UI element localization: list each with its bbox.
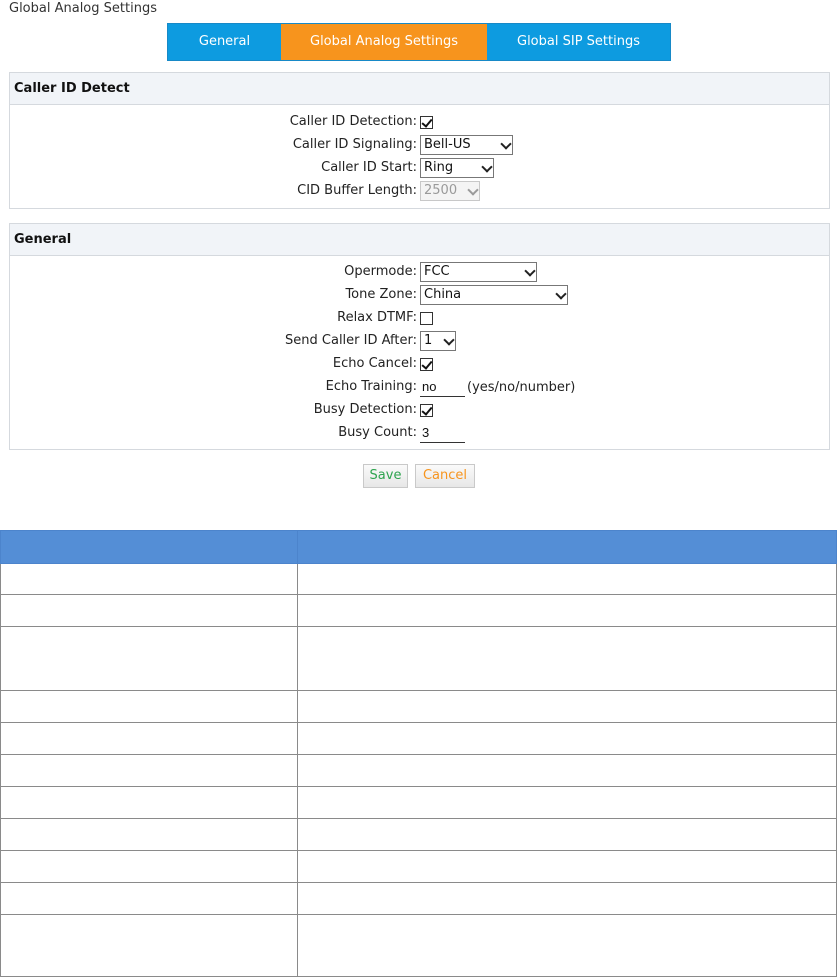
echo-training-label: Echo Training:: [325, 379, 417, 394]
table-cell: [0, 850, 298, 883]
caller-id-detect-section: Caller ID Detect Caller ID Detection: Ca…: [9, 72, 830, 209]
table-row: [0, 850, 837, 883]
chevron-down-icon: [444, 336, 452, 344]
cid-buffer-length-select: 2500: [420, 181, 480, 201]
echo-cancel-checkbox[interactable]: [420, 357, 433, 371]
caller-id-start-value: Ring: [424, 160, 454, 175]
echo-training-row: Echo Training: (yes/no/number): [10, 377, 829, 397]
send-caller-id-after-value: 1: [424, 333, 433, 348]
busy-count-label: Busy Count:: [338, 425, 417, 440]
table-cell: [297, 722, 837, 755]
save-button[interactable]: Save: [363, 464, 408, 488]
table-row: [0, 563, 837, 595]
table-cell: [297, 914, 837, 977]
tab-global-analog-settings[interactable]: Global Analog Settings: [281, 24, 487, 60]
table-row: [0, 626, 837, 691]
table-row: [0, 754, 837, 787]
tone-zone-value: China: [424, 287, 462, 302]
table-header-cell: [0, 530, 298, 564]
opermode-value: FCC: [424, 264, 450, 279]
table-cell: [0, 690, 298, 723]
tab-bar: General Global Analog Settings Global SI…: [167, 23, 671, 61]
table-cell: [0, 754, 298, 787]
caller-id-signaling-value: Bell-US: [424, 137, 471, 152]
table-cell: [297, 882, 837, 915]
send-caller-id-after-select[interactable]: 1: [420, 331, 456, 351]
table-cell: [297, 850, 837, 883]
cancel-button[interactable]: Cancel: [415, 464, 475, 488]
tone-zone-row: Tone Zone: China: [10, 285, 829, 305]
echo-training-input[interactable]: [420, 377, 465, 397]
table-cell: [297, 754, 837, 787]
busy-count-input[interactable]: [420, 423, 465, 443]
chevron-down-icon: [482, 163, 490, 171]
tone-zone-label: Tone Zone:: [345, 287, 417, 302]
table-cell: [0, 722, 298, 755]
table-cell: [0, 563, 298, 595]
cid-buffer-length-label: CID Buffer Length:: [297, 183, 417, 198]
table-row: [0, 722, 837, 755]
caller-id-signaling-select[interactable]: Bell-US: [420, 135, 513, 155]
table-header-cell: [297, 530, 837, 564]
opermode-label: Opermode:: [344, 264, 417, 279]
caller-id-detection-row: Caller ID Detection:: [10, 112, 829, 132]
chevron-down-icon: [525, 267, 533, 275]
busy-detection-row: Busy Detection:: [10, 400, 829, 420]
caller-id-start-select[interactable]: Ring: [420, 158, 494, 178]
general-section: General Opermode: FCC Tone Zone: China R…: [9, 223, 830, 450]
general-header: General: [10, 224, 829, 256]
caller-id-detection-label: Caller ID Detection:: [289, 114, 417, 129]
caller-id-detect-header: Caller ID Detect: [10, 73, 829, 105]
send-caller-id-after-label: Send Caller ID After:: [285, 333, 417, 348]
caller-id-start-label: Caller ID Start:: [321, 160, 417, 175]
table-header-row: [0, 530, 837, 564]
caller-id-signaling-row: Caller ID Signaling: Bell-US: [10, 135, 829, 155]
table-row: [0, 594, 837, 627]
echo-cancel-label: Echo Cancel:: [332, 356, 417, 371]
caller-id-detection-checkbox[interactable]: [420, 115, 433, 129]
table-row: [0, 690, 837, 723]
cid-buffer-length-row: CID Buffer Length: 2500: [10, 181, 829, 201]
table-cell: [0, 786, 298, 819]
chevron-down-icon: [468, 186, 476, 194]
description-table: [0, 530, 837, 977]
table-cell: [297, 594, 837, 627]
table-cell: [0, 882, 298, 915]
table-cell: [297, 786, 837, 819]
busy-detection-label: Busy Detection:: [313, 402, 417, 417]
page-title: Global Analog Settings: [9, 1, 157, 16]
table-cell: [0, 914, 298, 977]
echo-training-hint: (yes/no/number): [467, 379, 576, 395]
busy-detection-checkbox[interactable]: [420, 403, 433, 417]
table-cell: [297, 626, 837, 691]
table-cell: [0, 626, 298, 691]
relax-dtmf-checkbox[interactable]: [420, 311, 433, 325]
caller-id-start-row: Caller ID Start: Ring: [10, 158, 829, 178]
chevron-down-icon: [556, 290, 564, 298]
cid-buffer-length-value: 2500: [424, 183, 458, 198]
table-row: [0, 818, 837, 851]
table-row: [0, 786, 837, 819]
table-row: [0, 882, 837, 915]
tab-general[interactable]: General: [168, 24, 281, 60]
opermode-select[interactable]: FCC: [420, 262, 537, 282]
send-caller-id-after-row: Send Caller ID After: 1: [10, 331, 829, 351]
chevron-down-icon: [501, 140, 509, 148]
table-cell: [297, 563, 837, 595]
relax-dtmf-row: Relax DTMF:: [10, 308, 829, 328]
table-cell: [297, 818, 837, 851]
tab-global-sip-settings[interactable]: Global SIP Settings: [487, 24, 670, 60]
table-cell: [0, 818, 298, 851]
tone-zone-select[interactable]: China: [420, 285, 568, 305]
busy-count-row: Busy Count:: [10, 423, 829, 443]
table-row: [0, 914, 837, 977]
caller-id-signaling-label: Caller ID Signaling:: [292, 137, 417, 152]
opermode-row: Opermode: FCC: [10, 262, 829, 282]
table-cell: [297, 690, 837, 723]
echo-cancel-row: Echo Cancel:: [10, 354, 829, 374]
relax-dtmf-label: Relax DTMF:: [337, 310, 417, 325]
table-cell: [0, 594, 298, 627]
